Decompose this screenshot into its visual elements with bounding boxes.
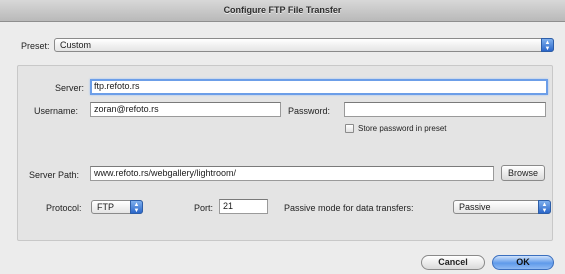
ftp-config-dialog: Configure FTP File Transfer Preset: Cust… <box>0 0 565 274</box>
cancel-button[interactable]: Cancel <box>421 255 485 270</box>
passive-mode-select[interactable]: Passive ▲ ▼ <box>453 200 551 214</box>
passive-mode-value: Passive <box>459 202 491 212</box>
preset-select[interactable]: Custom ▲ ▼ <box>54 38 554 52</box>
ok-button[interactable]: OK <box>492 255 554 270</box>
preset-value: Custom <box>60 40 92 50</box>
server-label: Server: <box>55 83 85 93</box>
up-down-arrows-icon: ▲ ▼ <box>538 200 551 214</box>
port-input[interactable]: 21 <box>219 199 268 214</box>
password-label: Password: <box>288 106 331 116</box>
browse-button[interactable]: Browse <box>501 165 545 181</box>
store-password-checkbox[interactable] <box>345 124 354 133</box>
password-input[interactable] <box>344 102 546 117</box>
up-down-arrows-icon: ▲ ▼ <box>130 200 143 214</box>
username-input[interactable]: zoran@refoto.rs <box>90 102 281 117</box>
protocol-label: Protocol: <box>46 203 82 213</box>
protocol-select[interactable]: FTP ▲ ▼ <box>91 200 143 214</box>
up-down-arrows-icon: ▲ ▼ <box>541 38 554 52</box>
server-path-input[interactable]: www.refoto.rs/webgallery/lightroom/ <box>90 166 494 181</box>
dialog-title: Configure FTP File Transfer <box>0 0 565 22</box>
preset-label: Preset: <box>21 41 50 51</box>
port-label: Port: <box>194 203 214 213</box>
server-input[interactable]: ftp.refoto.rs <box>90 79 548 95</box>
username-label: Username: <box>34 106 79 116</box>
protocol-value: FTP <box>97 202 114 212</box>
store-password-label: Store password in preset <box>358 124 447 133</box>
passive-mode-label: Passive mode for data transfers: <box>284 203 414 213</box>
server-path-label: Server Path: <box>29 170 80 180</box>
